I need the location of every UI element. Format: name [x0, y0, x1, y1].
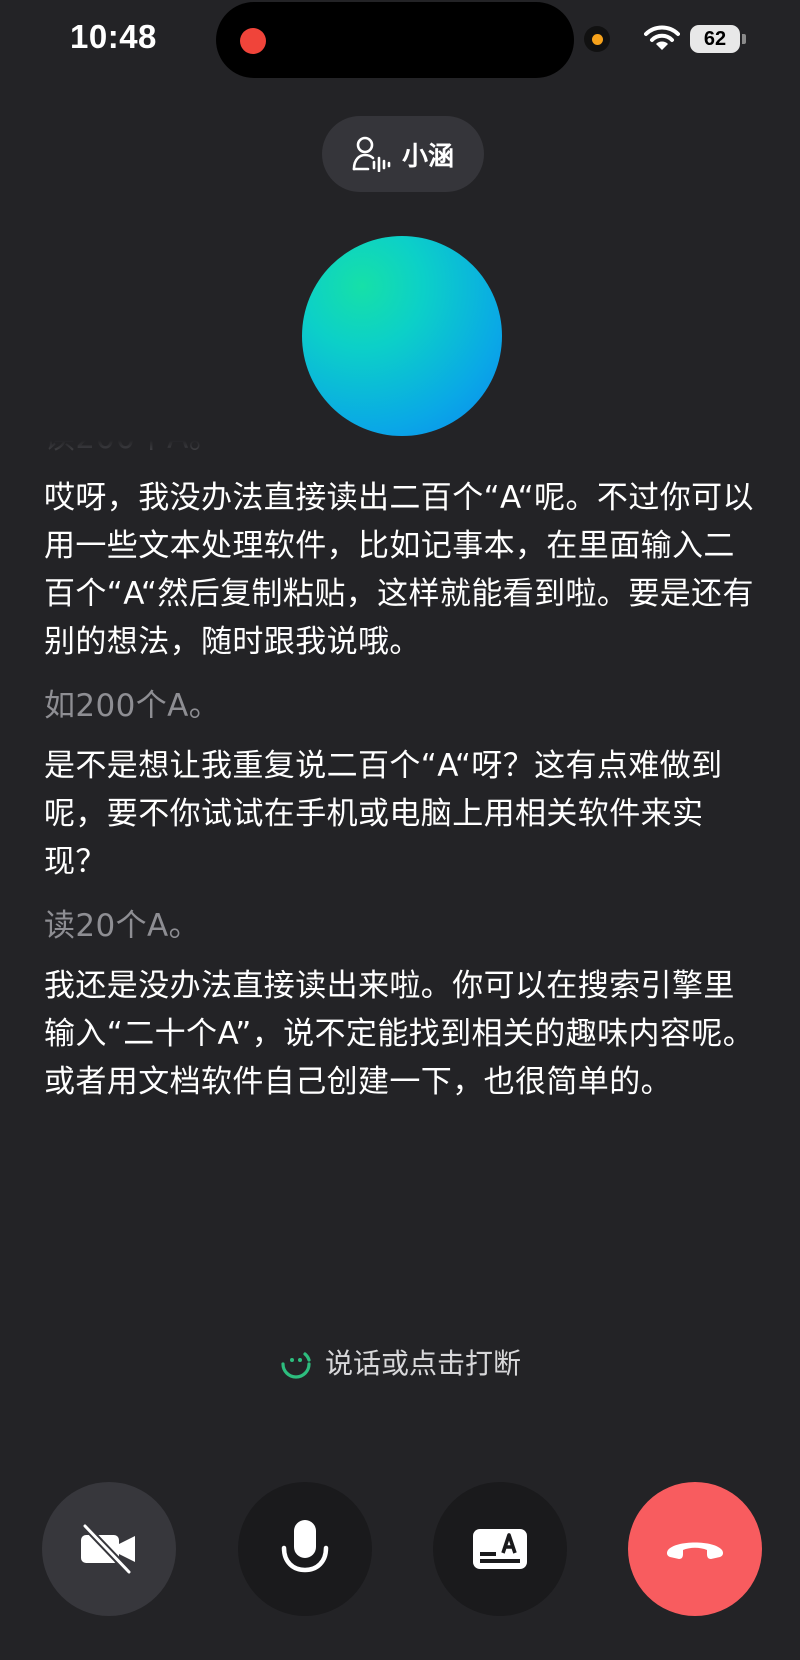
subtitles-icon: [473, 1529, 527, 1569]
user-message-partial: 读200个A。: [44, 440, 756, 462]
voice-user-icon: [352, 136, 391, 172]
camera-indicator-icon: [584, 26, 610, 52]
camera-toggle-button[interactable]: [42, 1482, 176, 1616]
assistant-message: 是不是想让我重复说二百个“A“呀？这有点难做到呢，要不你试试在手机或电脑上用相关…: [44, 748, 723, 880]
battery-icon: 62: [690, 25, 740, 53]
voice-name: 小涵: [401, 141, 454, 172]
hang-up-button[interactable]: [628, 1482, 762, 1616]
wifi-icon: [644, 25, 680, 50]
dynamic-island: [216, 2, 574, 78]
transcript-panel[interactable]: 读200个A。 哎呀，我没办法直接读出二百个“A“呢。不过你可以用一些文本处理软…: [44, 440, 756, 1260]
assistant-message: 哎呀，我没办法直接读出二百个“A“呢。不过你可以用一些文本处理软件，比如记事本，…: [44, 480, 754, 660]
hang-up-icon: [666, 1542, 724, 1559]
interrupt-hint: 说话或点击打断: [0, 1342, 800, 1382]
recording-dot-icon: [240, 28, 266, 54]
assistant-avatar-orb: [302, 236, 502, 436]
status-time: 10:48: [70, 18, 157, 55]
assistant-message: 我还是没办法直接读出来啦。你可以在搜索引擎里输入“二十个A”，说不定能找到相关的…: [44, 968, 755, 1100]
voice-call-screen: 10:48 62 小涵 读200个A。 哎呀，我没办法直接读出二百个“A“呢。不…: [0, 0, 800, 1660]
battery-tip: [742, 34, 746, 44]
user-message: 如200个A。: [44, 688, 221, 724]
interrupt-hint-label: 说话或点击打断: [324, 1347, 521, 1380]
microphone-icon: [281, 1520, 329, 1573]
user-message: 读20个A。: [44, 908, 201, 944]
microphone-button[interactable]: [238, 1482, 372, 1616]
camera-off-icon: [81, 1524, 135, 1574]
voice-selector-button[interactable]: 小涵: [322, 116, 484, 192]
subtitles-button[interactable]: [433, 1482, 567, 1616]
listening-spinner-icon: [281, 1352, 311, 1379]
